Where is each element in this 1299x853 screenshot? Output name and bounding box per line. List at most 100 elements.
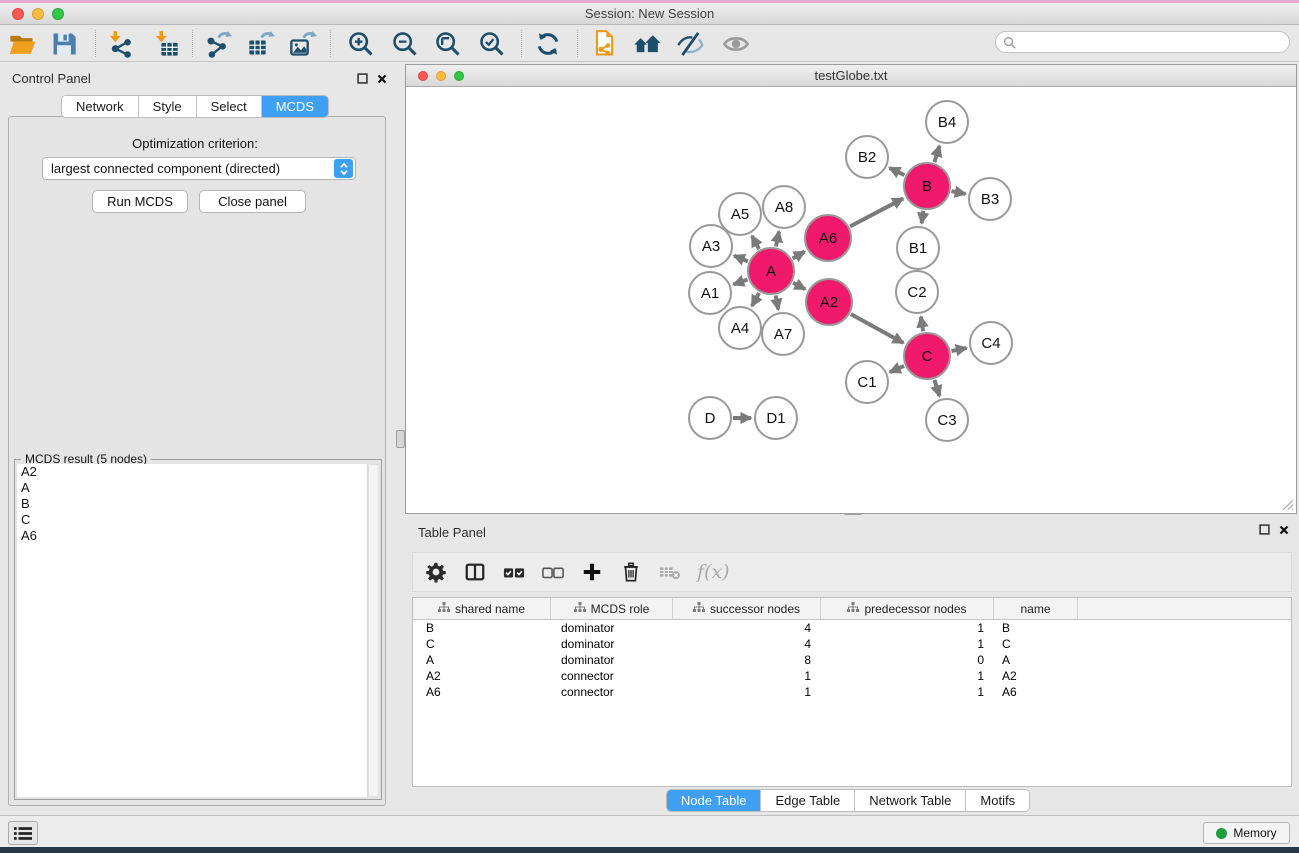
- table-cell[interactable]: B: [413, 620, 551, 636]
- table-cell[interactable]: connector: [551, 684, 673, 700]
- mcds-result-item[interactable]: B: [17, 496, 367, 512]
- table-cell[interactable]: 1: [673, 684, 821, 700]
- table-cell[interactable]: B: [994, 620, 1078, 636]
- graph-edge-A2-C[interactable]: [851, 314, 903, 343]
- table-cell[interactable]: A2: [413, 668, 551, 684]
- column-header-shared-name[interactable]: shared name: [413, 598, 551, 619]
- import-network-icon[interactable]: [104, 28, 136, 60]
- graph-node-B[interactable]: B: [904, 163, 950, 209]
- graph-node-B1[interactable]: B1: [897, 227, 939, 269]
- table-cell[interactable]: dominator: [551, 620, 673, 636]
- export-table-icon[interactable]: [245, 28, 277, 60]
- unselect-all-icon[interactable]: [540, 559, 566, 585]
- graph-edge-C-C4[interactable]: [951, 348, 966, 351]
- column-header-MCDS-role[interactable]: MCDS role: [551, 598, 673, 619]
- graph-node-C1[interactable]: C1: [846, 361, 888, 403]
- graph-node-B2[interactable]: B2: [846, 136, 888, 178]
- table-cell[interactable]: A6: [413, 684, 551, 700]
- mcds-result-item[interactable]: A2: [17, 464, 367, 480]
- show-all-icon[interactable]: [720, 28, 752, 60]
- graph-edge-B-B2[interactable]: [890, 168, 905, 175]
- mcds-result-item[interactable]: A: [17, 480, 367, 496]
- gear-icon[interactable]: [423, 559, 449, 585]
- mcds-result-item[interactable]: C: [17, 512, 367, 528]
- graph-node-A1[interactable]: A1: [689, 272, 731, 314]
- network-canvas[interactable]: AA6A2BCA5A8A3A1A4A7B2B4B3B1C2C4C1C3DD1: [406, 88, 1296, 513]
- graph-edge-A-A3[interactable]: [734, 256, 748, 262]
- zoom-in-icon[interactable]: [345, 28, 377, 60]
- split-view-icon[interactable]: [462, 559, 488, 585]
- table-cell[interactable]: 1: [821, 620, 994, 636]
- zoom-selected-icon[interactable]: [476, 28, 508, 60]
- tab-network-table[interactable]: Network Table: [855, 790, 966, 811]
- table-row[interactable]: A6connector11A6: [413, 684, 1291, 700]
- table-cell[interactable]: A2: [994, 668, 1078, 684]
- column-header-name[interactable]: name: [994, 598, 1078, 619]
- graph-edge-A-A6[interactable]: [793, 252, 805, 259]
- export-image-icon[interactable]: [287, 28, 319, 60]
- new-network-icon[interactable]: [588, 28, 620, 60]
- table-row[interactable]: A2connector11A2: [413, 668, 1291, 684]
- add-column-icon[interactable]: [579, 559, 605, 585]
- table-cell[interactable]: A: [994, 652, 1078, 668]
- graph-edge-A-A1[interactable]: [734, 279, 748, 284]
- network-window-titlebar[interactable]: testGlobe.txt: [406, 65, 1296, 87]
- tab-style[interactable]: Style: [139, 96, 197, 117]
- close-panel-button[interactable]: Close panel: [199, 190, 306, 213]
- graph-edge-A-A7[interactable]: [776, 296, 779, 310]
- graph-node-A5[interactable]: A5: [719, 193, 761, 235]
- resize-grip-icon[interactable]: [1279, 496, 1294, 511]
- export-network-icon[interactable]: [202, 28, 234, 60]
- table-cell[interactable]: connector: [551, 668, 673, 684]
- graph-edge-C-C1[interactable]: [890, 366, 904, 372]
- memory-button[interactable]: Memory: [1203, 822, 1290, 844]
- function-builder-icon[interactable]: f(x): [697, 561, 730, 583]
- table-cell[interactable]: A: [413, 652, 551, 668]
- graph-edge-A-A4[interactable]: [752, 293, 759, 306]
- zoom-out-icon[interactable]: [389, 28, 421, 60]
- zoom-fit-icon[interactable]: [432, 28, 464, 60]
- graph-node-D[interactable]: D: [689, 397, 731, 439]
- save-session-icon[interactable]: [48, 28, 80, 60]
- mcds-result-item[interactable]: A6: [17, 528, 367, 544]
- table-cell[interactable]: 1: [821, 636, 994, 652]
- vertical-splitter-handle[interactable]: [396, 430, 405, 448]
- task-history-button[interactable]: [8, 821, 38, 845]
- table-cell[interactable]: 4: [673, 620, 821, 636]
- graph-node-A6[interactable]: A6: [805, 215, 851, 261]
- tab-node-table[interactable]: Node Table: [667, 790, 762, 811]
- table-cell[interactable]: 4: [673, 636, 821, 652]
- refresh-icon[interactable]: [532, 28, 564, 60]
- search-input[interactable]: [1016, 35, 1289, 49]
- graph-node-B4[interactable]: B4: [926, 101, 968, 143]
- table-cell[interactable]: 0: [821, 652, 994, 668]
- tab-edge-table[interactable]: Edge Table: [761, 790, 855, 811]
- graph-edge-B-B4[interactable]: [934, 146, 939, 162]
- graph-edge-B-B1[interactable]: [922, 211, 924, 224]
- graph-edge-A-A8[interactable]: [776, 231, 779, 246]
- table-row[interactable]: Cdominator41C: [413, 636, 1291, 652]
- table-cell[interactable]: 1: [821, 684, 994, 700]
- criterion-select[interactable]: largest connected component (directed): [42, 157, 356, 180]
- graph-edge-A-A5[interactable]: [752, 236, 759, 249]
- table-cell[interactable]: dominator: [551, 636, 673, 652]
- table-cell[interactable]: 1: [673, 668, 821, 684]
- graph-edge-C-C2[interactable]: [921, 317, 923, 332]
- graph-node-A2[interactable]: A2: [806, 279, 852, 325]
- delete-table-icon[interactable]: [657, 559, 683, 585]
- table-cell[interactable]: dominator: [551, 652, 673, 668]
- column-header-predecessor-nodes[interactable]: predecessor nodes: [821, 598, 994, 619]
- table-cell[interactable]: A6: [994, 684, 1078, 700]
- graph-node-A7[interactable]: A7: [762, 313, 804, 355]
- tab-select[interactable]: Select: [197, 96, 262, 117]
- table-cell[interactable]: 8: [673, 652, 821, 668]
- mcds-list-scrollbar[interactable]: [368, 464, 379, 797]
- column-header-successor-nodes[interactable]: successor nodes: [673, 598, 821, 619]
- open-file-icon[interactable]: [6, 28, 38, 60]
- float-panel-icon[interactable]: [356, 72, 369, 85]
- graph-node-D1[interactable]: D1: [755, 397, 797, 439]
- home-icon[interactable]: [631, 28, 663, 60]
- table-row[interactable]: Adominator80A: [413, 652, 1291, 668]
- graph-node-C3[interactable]: C3: [926, 399, 968, 441]
- graph-edge-C-C3[interactable]: [934, 380, 939, 396]
